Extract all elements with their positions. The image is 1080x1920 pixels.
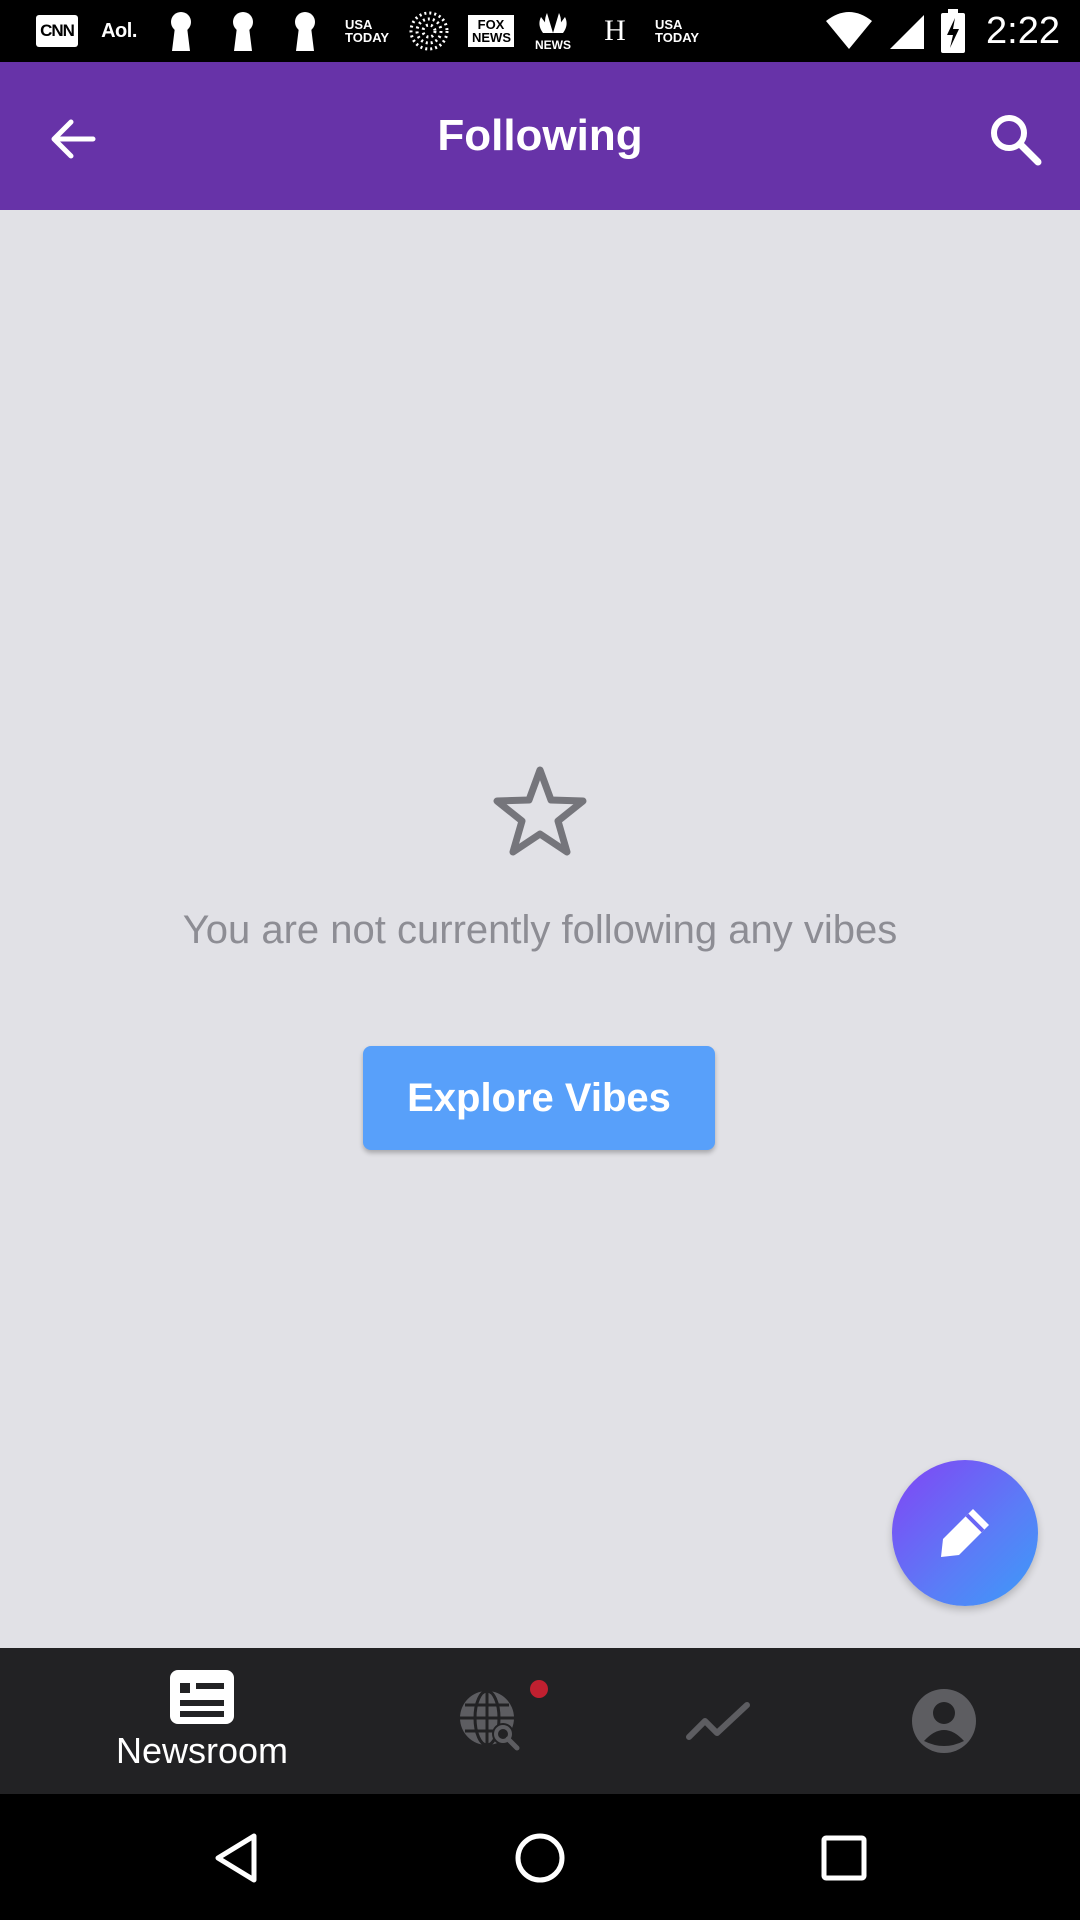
square-recents-icon — [821, 1835, 867, 1881]
star-outline-icon — [493, 766, 587, 856]
search-button[interactable] — [980, 106, 1050, 172]
nav-item-explore[interactable] — [430, 1648, 550, 1794]
app-bar: Following — [0, 62, 1080, 210]
system-nav-bar — [0, 1794, 1080, 1920]
fox-news-notification-icon: FOX NEWS — [460, 8, 522, 54]
keyhole-notification-icon — [274, 8, 336, 54]
system-status: 2:22 — [824, 0, 1060, 62]
cell-signal-icon — [890, 15, 925, 49]
nav-item-profile[interactable] — [884, 1648, 1004, 1794]
wifi-icon — [826, 12, 873, 49]
nav-label-newsroom: Newsroom — [115, 1730, 289, 1771]
dotted-circle-notification-icon — [398, 8, 460, 54]
aol-notification-icon: Aol. — [101, 19, 137, 42]
usa-today-notification-icon: USA TODAY — [345, 17, 390, 45]
trending-icon — [686, 1702, 750, 1740]
nbc-news-notification-icon: NEWS — [522, 8, 584, 54]
battery-charging-icon — [941, 9, 966, 53]
status-bar: CNN Aol. USA TODAY FOX NEWS NEWS H USA T… — [0, 0, 1080, 62]
back-button[interactable] — [40, 106, 106, 172]
usa-today-notification-icon: USA TODAY — [655, 17, 700, 45]
compose-fab[interactable] — [892, 1460, 1038, 1606]
newsroom-icon — [170, 1670, 234, 1724]
notification-icons: CNN Aol. USA TODAY FOX NEWS NEWS H USA T… — [26, 8, 708, 54]
huffpost-notification-icon: H — [604, 14, 626, 47]
keyhole-notification-icon — [150, 8, 212, 54]
empty-state-message: You are not currently following any vibe… — [182, 908, 898, 952]
circle-home-icon — [515, 1833, 565, 1883]
page-title: Following — [437, 111, 643, 160]
cnn-notification-icon: CNN — [26, 8, 88, 54]
pencil-icon — [941, 1509, 989, 1557]
notification-dot — [530, 1680, 548, 1698]
bottom-nav: Newsroom — [0, 1648, 1080, 1794]
triangle-back-icon — [215, 1833, 257, 1883]
search-icon — [991, 115, 1042, 166]
explore-vibes-button[interactable]: Explore Vibes — [363, 1046, 715, 1150]
svg-text:NEWS: NEWS — [535, 38, 571, 52]
explore-vibes-label: Explore Vibes — [407, 1075, 671, 1120]
keyhole-notification-icon — [212, 8, 274, 54]
arrow-left-icon — [51, 119, 96, 159]
system-home-button[interactable] — [504, 1822, 576, 1894]
profile-icon — [912, 1689, 976, 1753]
nav-item-trending[interactable] — [658, 1648, 778, 1794]
globe-search-icon — [460, 1689, 520, 1751]
system-back-button[interactable] — [200, 1822, 272, 1894]
nav-item-newsroom[interactable]: Newsroom — [82, 1648, 322, 1794]
system-recents-button[interactable] — [808, 1822, 880, 1894]
clock: 2:22 — [986, 9, 1060, 52]
